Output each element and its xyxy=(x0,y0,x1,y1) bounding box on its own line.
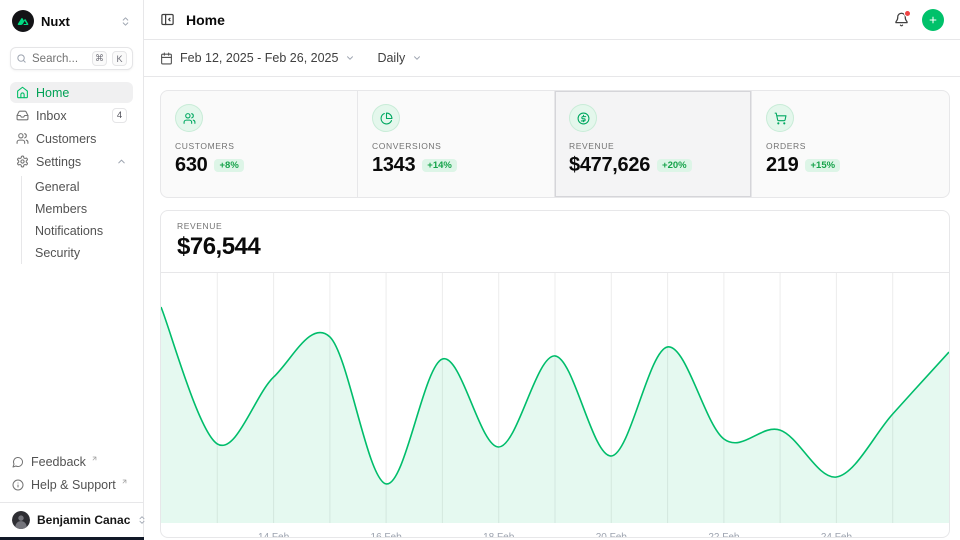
chevrons-up-down-icon xyxy=(137,515,147,525)
sidebar-spacer xyxy=(10,264,133,452)
workspace-name: Nuxt xyxy=(41,14,113,29)
search-input[interactable]: Search... ⌘ K xyxy=(10,47,133,70)
stat-delta-badge: +8% xyxy=(214,159,243,173)
sidebar-item-members[interactable]: Members xyxy=(35,198,133,220)
stat-card-revenue[interactable]: REVENUE $477,626 +20% xyxy=(555,91,752,197)
svg-text:20 Feb: 20 Feb xyxy=(596,532,628,538)
chart-pie-icon xyxy=(372,104,400,132)
stat-value: 219 xyxy=(766,154,798,177)
workspace-switcher[interactable]: Nuxt xyxy=(10,9,133,33)
user-menu[interactable]: Benjamin Canac xyxy=(0,502,143,540)
chart-plot-area[interactable]: 14 Feb 16 Feb 18 Feb 20 Feb 22 Feb 24 Feb xyxy=(161,273,949,538)
kbd-cmd: ⌘ xyxy=(92,51,107,66)
stat-label: REVENUE xyxy=(569,141,737,151)
nuxt-logo-icon xyxy=(12,10,34,32)
date-range-picker[interactable]: Feb 12, 2025 - Feb 26, 2025 xyxy=(160,51,355,65)
stat-delta-badge: +15% xyxy=(805,159,840,173)
help-support-label: Help & Support xyxy=(31,478,116,492)
stat-value: $477,626 xyxy=(569,154,650,177)
svg-text:22 Feb: 22 Feb xyxy=(708,532,740,538)
stat-value: 630 xyxy=(175,154,207,177)
sidebar-item-label: Settings xyxy=(36,155,81,169)
settings-submenu: General Members Notifications Security xyxy=(21,176,133,264)
calendar-icon xyxy=(160,52,173,65)
sidebar-item-customers[interactable]: Customers xyxy=(10,128,133,149)
sidebar-item-home[interactable]: Home xyxy=(10,82,133,103)
chevron-up-icon xyxy=(116,156,127,167)
stat-delta-badge: +20% xyxy=(657,159,692,173)
external-link-icon xyxy=(121,478,128,485)
revenue-area-chart[interactable]: 14 Feb 16 Feb 18 Feb 20 Feb 22 Feb 24 Feb xyxy=(161,273,949,538)
sidebar-footer: Feedback Help & Support xyxy=(10,452,133,502)
chart-current-value: $76,544 xyxy=(177,233,933,261)
shopping-cart-icon xyxy=(766,104,794,132)
feedback-label: Feedback xyxy=(31,455,86,469)
chart-header: REVENUE $76,544 xyxy=(161,211,949,273)
add-button[interactable] xyxy=(922,9,944,31)
app-window: Nuxt Search... ⌘ K Home xyxy=(0,0,960,540)
inbox-icon xyxy=(16,109,29,122)
sidebar-item-notifications[interactable]: Notifications xyxy=(35,220,133,242)
svg-text:24 Feb: 24 Feb xyxy=(821,532,853,538)
svg-text:16 Feb: 16 Feb xyxy=(371,532,403,538)
sidebar-item-general[interactable]: General xyxy=(35,176,133,198)
stats-row: CUSTOMERS 630 +8% CONVERSIONS 1343 +14% xyxy=(160,90,950,198)
message-circle-icon xyxy=(12,456,24,468)
topbar-actions xyxy=(894,9,944,31)
stat-label: ORDERS xyxy=(766,141,935,151)
content-area: CUSTOMERS 630 +8% CONVERSIONS 1343 +14% xyxy=(144,77,960,538)
stat-label: CUSTOMERS xyxy=(175,141,343,151)
sidebar-item-label: Inbox xyxy=(36,109,67,123)
kbd-k: K xyxy=(112,51,127,66)
stat-label: CONVERSIONS xyxy=(372,141,540,151)
chevron-down-icon xyxy=(412,53,422,63)
chart-title: REVENUE xyxy=(177,221,933,231)
gear-icon xyxy=(16,155,29,168)
date-range-value: Feb 12, 2025 - Feb 26, 2025 xyxy=(180,51,338,65)
sidebar-nav: Home Inbox 4 Customers Settings xyxy=(10,82,133,264)
sidebar-item-inbox[interactable]: Inbox 4 xyxy=(10,105,133,126)
revenue-chart-card: REVENUE $76,544 14 Feb 16 Feb 18 Feb 20 Feb… xyxy=(160,210,950,538)
users-icon xyxy=(16,132,29,145)
sidebar-item-label: Home xyxy=(36,86,69,100)
stat-card-customers[interactable]: CUSTOMERS 630 +8% xyxy=(161,91,358,197)
inbox-count-badge: 4 xyxy=(112,108,127,123)
external-link-icon xyxy=(91,455,98,462)
stat-value: 1343 xyxy=(372,154,415,177)
chevron-down-icon xyxy=(345,53,355,63)
filters-toolbar: Feb 12, 2025 - Feb 26, 2025 Daily xyxy=(144,40,960,77)
granularity-value: Daily xyxy=(377,51,405,65)
sidebar-collapse-button[interactable] xyxy=(160,12,175,27)
help-support-link[interactable]: Help & Support xyxy=(12,475,131,495)
notification-dot xyxy=(904,10,911,17)
svg-text:14 Feb: 14 Feb xyxy=(258,532,290,538)
sidebar-item-settings[interactable]: Settings xyxy=(10,151,133,172)
users-icon xyxy=(175,104,203,132)
svg-text:18 Feb: 18 Feb xyxy=(483,532,515,538)
stat-card-orders[interactable]: ORDERS 219 +15% xyxy=(752,91,949,197)
home-icon xyxy=(16,86,29,99)
stat-card-conversions[interactable]: CONVERSIONS 1343 +14% xyxy=(358,91,555,197)
user-name: Benjamin Canac xyxy=(37,513,130,527)
sidebar: Nuxt Search... ⌘ K Home xyxy=(0,0,144,540)
topbar: Home xyxy=(144,0,960,40)
main-panel: Home Feb 12, 2025 - Feb 26, 2025 xyxy=(144,0,960,540)
stat-delta-badge: +14% xyxy=(422,159,457,173)
sidebar-item-security[interactable]: Security xyxy=(35,242,133,264)
info-icon xyxy=(12,479,24,491)
sidebar-item-label: Customers xyxy=(36,132,96,146)
granularity-select[interactable]: Daily xyxy=(377,51,422,65)
feedback-link[interactable]: Feedback xyxy=(12,452,131,472)
search-icon xyxy=(16,53,27,64)
avatar xyxy=(12,511,30,529)
search-placeholder: Search... xyxy=(32,53,87,65)
notifications-button[interactable] xyxy=(894,12,909,27)
chevrons-up-down-icon xyxy=(120,16,131,27)
circle-dollar-icon xyxy=(569,104,597,132)
page-title: Home xyxy=(186,12,225,28)
